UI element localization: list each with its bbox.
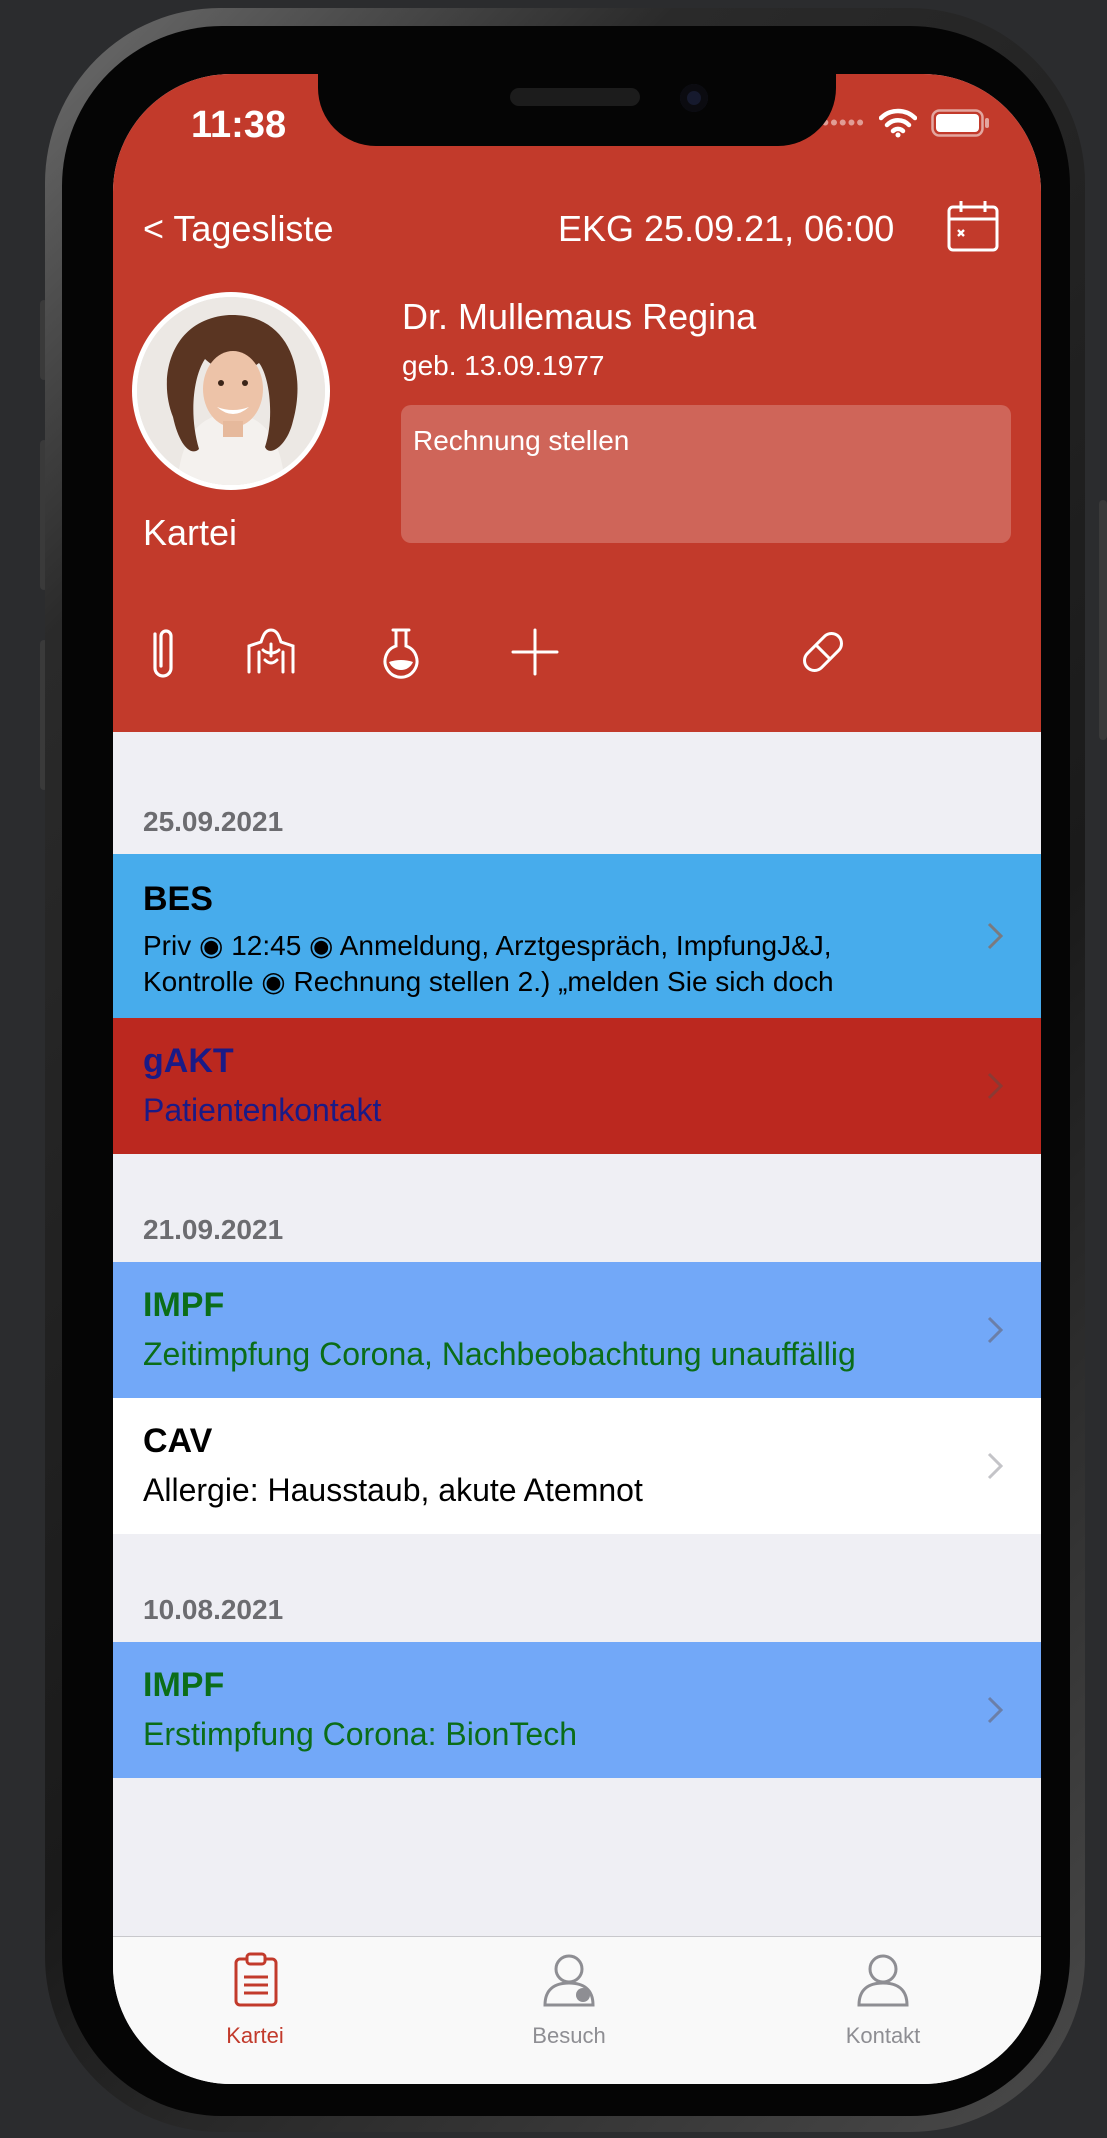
chevron-right-icon <box>987 1072 1003 1100</box>
avatar-portrait <box>137 297 325 485</box>
patient-note-text: Rechnung stellen <box>413 425 630 456</box>
entry-description: Zeitimpfung Corona, Nachbeobachtung unau… <box>143 1336 856 1372</box>
status-icons: ••••• <box>821 108 991 138</box>
tab-label: Kartei <box>226 2023 284 2048</box>
tab-besuch[interactable]: Besuch <box>469 1937 669 2057</box>
speaker <box>510 88 640 106</box>
front-camera <box>680 84 708 112</box>
lab-flask-icon[interactable] <box>371 622 431 682</box>
patient-header: 11:38 ••••• < Tagesliste EKG 25.09.21, 0… <box>113 74 1041 732</box>
list-item[interactable]: BES Priv ◉ 12:45 ◉ Anmeldung, Arztgesprä… <box>113 854 1041 1018</box>
section-date: 25.09.2021 <box>143 806 284 837</box>
screen: 11:38 ••••• < Tagesliste EKG 25.09.21, 0… <box>113 74 1041 2084</box>
entry-type: CAV <box>143 1422 213 1460</box>
add-icon[interactable] <box>505 622 565 682</box>
chevron-right-icon <box>987 1696 1003 1724</box>
list-item[interactable]: CAV Allergie: Hausstaub, akute Atemnot <box>113 1398 1041 1534</box>
entry-type: IMPF <box>143 1666 225 1704</box>
notch <box>318 74 836 146</box>
paperclip-icon[interactable] <box>131 622 191 682</box>
entry-type: IMPF <box>143 1286 225 1324</box>
list-item[interactable]: gAKT Patientenkontakt <box>113 1018 1041 1154</box>
entry-type: gAKT <box>143 1042 234 1080</box>
patient-note-box[interactable]: Rechnung stellen <box>401 405 1011 543</box>
entry-description: Allergie: Hausstaub, akute Atemnot <box>143 1472 643 1508</box>
entry-description: Erstimpfung Corona: BionTech <box>143 1716 577 1752</box>
section-date: 10.08.2021 <box>143 1594 284 1625</box>
list-item[interactable]: IMPF Erstimpfung Corona: BionTech <box>113 1642 1041 1778</box>
back-button[interactable]: < Tagesliste <box>143 208 333 250</box>
avatar-label: Kartei <box>143 512 238 553</box>
chevron-right-icon <box>987 922 1003 950</box>
avatar[interactable] <box>132 292 330 490</box>
patient-birthdate: geb. 13.09.1977 <box>402 350 605 381</box>
patient-name: Dr. Mullemaus Regina <box>402 296 757 337</box>
status-time: 11:38 <box>191 104 287 146</box>
chevron-right-icon <box>987 1316 1003 1344</box>
nav-title: EKG 25.09.21, 06:00 <box>558 208 895 249</box>
tab-label: Kontakt <box>845 2023 921 2048</box>
battery-icon <box>931 109 989 137</box>
list-item[interactable]: IMPF Zeitimpfung Corona, Nachbeobachtung… <box>113 1262 1041 1398</box>
clipboard-icon <box>234 1952 278 2007</box>
chevron-right-icon <box>987 1452 1003 1480</box>
contact-person-icon <box>857 1954 909 2007</box>
tab-kartei[interactable]: Kartei <box>155 1937 355 2057</box>
tab-label: Besuch <box>532 2023 606 2048</box>
entry-description-line2: Kontrolle ◉ Rechnung stellen 2.) „melden… <box>143 966 834 997</box>
calendar-icon[interactable] <box>947 200 999 252</box>
visit-person-icon <box>543 1954 595 2007</box>
entry-type: BES <box>143 880 213 918</box>
entry-description: Priv ◉ 12:45 ◉ Anmeldung, Arztgespräch, … <box>143 930 832 961</box>
section-date: 21.09.2021 <box>143 1214 284 1245</box>
body-icon[interactable] <box>241 622 301 682</box>
entry-description: Patientenkontakt <box>143 1092 382 1128</box>
pill-icon[interactable] <box>793 622 853 682</box>
wifi-icon <box>879 108 917 138</box>
tab-kontakt[interactable]: Kontakt <box>783 1937 983 2057</box>
tab-bar: Kartei Besuch Kontakt <box>113 1936 1041 2084</box>
side-button-power <box>1099 500 1107 740</box>
